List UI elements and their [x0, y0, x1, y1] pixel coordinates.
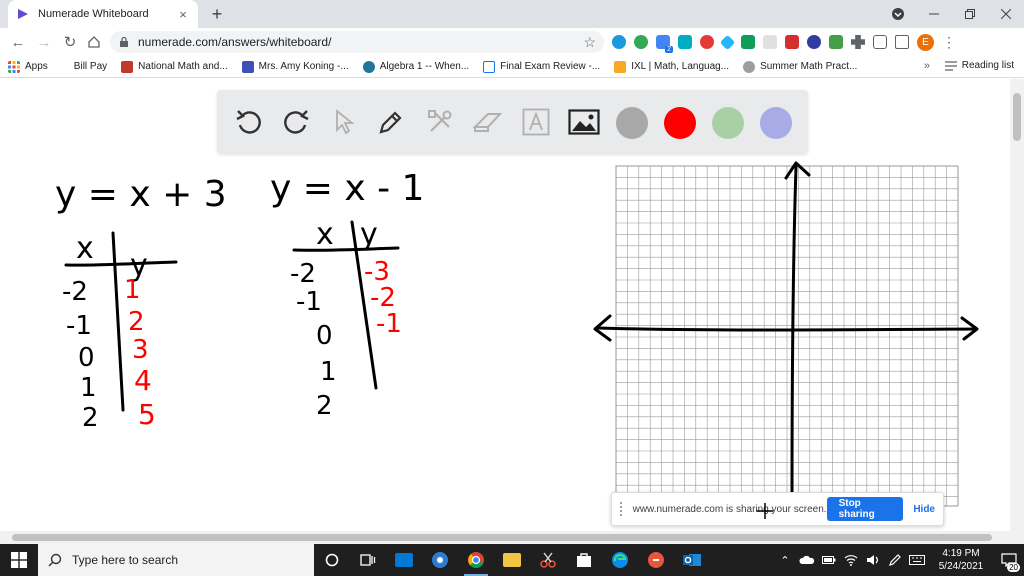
volume-icon[interactable]: [862, 544, 884, 576]
notifications-icon[interactable]: 20: [994, 544, 1024, 576]
vertical-scroll-thumb[interactable]: [1013, 93, 1021, 141]
table2-header-x: x: [316, 217, 334, 252]
table2-x-row1: -2: [290, 259, 316, 289]
clock-date: 5/24/2021: [938, 561, 984, 572]
table1-y-row2: 2: [128, 307, 145, 337]
windows-taskbar: Type here to search ⌃ 4:19 PM 5/24/2021 …: [0, 544, 1024, 576]
crosshair-cursor-icon: [757, 503, 773, 519]
show-hidden-icons-icon[interactable]: ⌃: [774, 544, 796, 576]
share-message: www.numerade.com is sharing your screen.: [632, 503, 827, 515]
table2-x-row5: 2: [316, 391, 333, 421]
table2-header-y: y: [360, 217, 378, 252]
pointer-icon[interactable]: [326, 104, 362, 140]
table1-x-row5: 2: [82, 403, 99, 433]
system-clock[interactable]: 4:19 PM 5/24/2021: [928, 547, 994, 573]
recorder-app-icon[interactable]: [638, 544, 674, 576]
vertical-scrollbar[interactable]: [1010, 79, 1024, 544]
hide-button[interactable]: Hide: [913, 504, 935, 515]
chrome-app-icon[interactable]: [458, 544, 494, 576]
table2-x-row4: 1: [320, 357, 337, 387]
windows-start-icon[interactable]: [0, 544, 38, 576]
screen-share-banner: www.numerade.com is sharing your screen.…: [611, 492, 944, 526]
table1-x-row4: 1: [80, 373, 97, 403]
pen-workspace-icon[interactable]: [884, 544, 906, 576]
taskbar-search-box[interactable]: Type here to search: [38, 544, 314, 576]
whiteboard-toolbar: [217, 90, 808, 154]
system-tray: ⌃ 4:19 PM 5/24/2021 20: [774, 544, 1024, 576]
media-app-icon[interactable]: [422, 544, 458, 576]
table1-y-row1: 1: [124, 275, 141, 305]
clock-time: 4:19 PM: [942, 548, 980, 559]
notifications-count: 20: [1007, 563, 1020, 572]
search-placeholder: Type here to search: [72, 553, 179, 567]
touch-keyboard-icon[interactable]: [906, 544, 928, 576]
table1-x-row1: -2: [62, 277, 88, 307]
task-view-icon[interactable]: [350, 544, 386, 576]
cortana-icon[interactable]: [314, 544, 350, 576]
outlook-app-icon[interactable]: [674, 544, 710, 576]
snipping-tool-icon[interactable]: [530, 544, 566, 576]
pen-icon[interactable]: [373, 104, 409, 140]
equation-1: y = x + 3: [55, 174, 227, 215]
image-icon[interactable]: [566, 104, 602, 140]
color-swatch-red[interactable]: [664, 107, 696, 139]
photos-app-icon[interactable]: [386, 544, 422, 576]
color-swatch-lavender[interactable]: [760, 107, 792, 139]
horizontal-scroll-thumb[interactable]: [12, 534, 992, 541]
tools-icon[interactable]: [422, 104, 458, 140]
table1-x-row2: -1: [66, 311, 92, 341]
equation-2: y = x - 1: [270, 168, 424, 209]
horizontal-scrollbar[interactable]: [0, 531, 1010, 544]
table1-y-row4: 4: [134, 364, 152, 397]
store-app-icon[interactable]: [566, 544, 602, 576]
file-explorer-icon[interactable]: [494, 544, 530, 576]
color-swatch-green[interactable]: [712, 107, 744, 139]
stop-sharing-button[interactable]: Stop sharing: [826, 497, 904, 521]
color-swatch-gray[interactable]: [616, 107, 648, 139]
edge-app-icon[interactable]: [602, 544, 638, 576]
redo-icon[interactable]: [278, 104, 314, 140]
drag-handle-icon[interactable]: [620, 502, 625, 516]
whiteboard-canvas[interactable]: y = x + 3 y = x - 1 x y x y -2 -1 0 1 2 …: [0, 0, 1024, 576]
table1-y-row3: 3: [132, 335, 149, 365]
battery-icon[interactable]: [818, 544, 840, 576]
table2-x-row3: 0: [316, 321, 333, 351]
table1-y-row5: 5: [138, 398, 156, 431]
search-icon: [48, 553, 62, 567]
table1-header-x: x: [76, 231, 94, 266]
wifi-icon[interactable]: [840, 544, 862, 576]
table2-y-row3: -1: [376, 309, 402, 339]
undo-icon[interactable]: [231, 104, 267, 140]
table2-x-row2: -1: [296, 287, 322, 317]
graph-paper-grid: [615, 165, 959, 507]
text-icon[interactable]: [518, 104, 554, 140]
onedrive-icon[interactable]: [796, 544, 818, 576]
eraser-icon[interactable]: [470, 104, 506, 140]
table1-x-row3: 0: [78, 343, 95, 373]
